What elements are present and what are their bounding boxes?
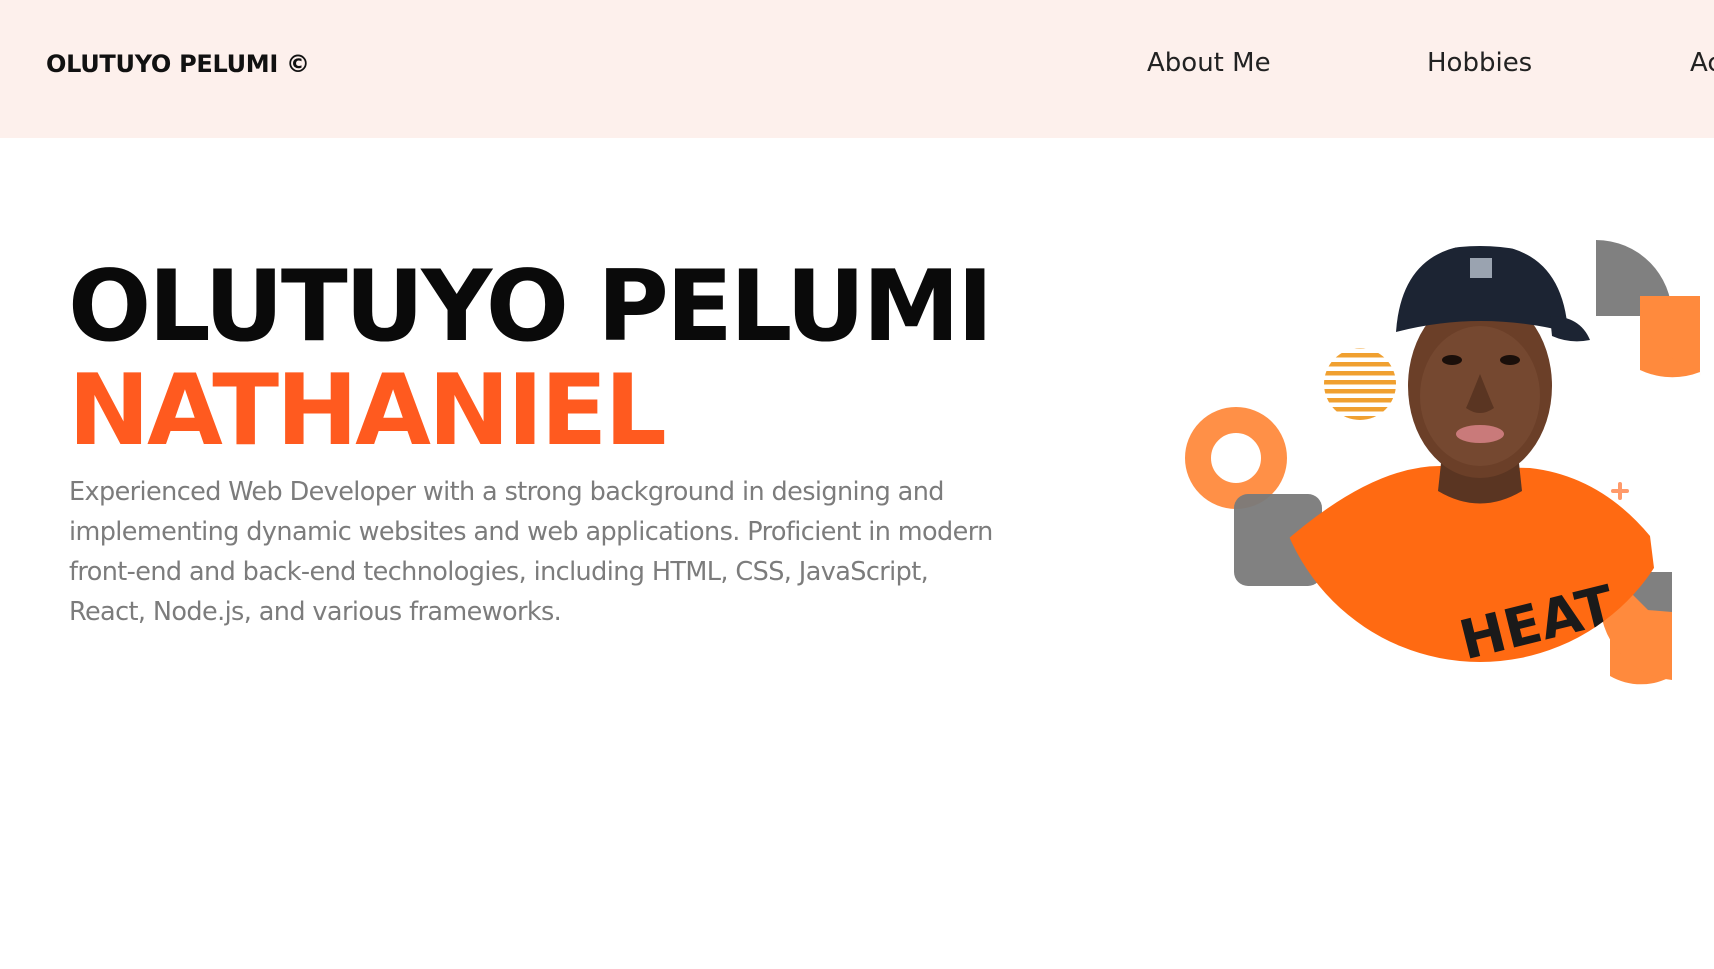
nav-link-hobbies[interactable]: Hobbies bbox=[1427, 48, 1532, 78]
hero-subtitle: NATHANIEL bbox=[68, 354, 667, 468]
hero-bio: Experienced Web Developer with a strong … bbox=[69, 477, 993, 627]
hero-title: OLUTUYO PELUMI bbox=[68, 250, 993, 364]
navbar: OLUTUYO PELUMI © About Me Hobbies Ac bbox=[0, 0, 1714, 138]
hero-illustration: HEAT bbox=[1185, 240, 1701, 685]
nav-link-truncated[interactable]: Ac bbox=[1690, 48, 1714, 78]
nav-link-about-me[interactable]: About Me bbox=[1147, 48, 1271, 78]
orange-ring-shape bbox=[1185, 407, 1287, 509]
brand-logo[interactable]: OLUTUYO PELUMI © bbox=[46, 50, 310, 78]
